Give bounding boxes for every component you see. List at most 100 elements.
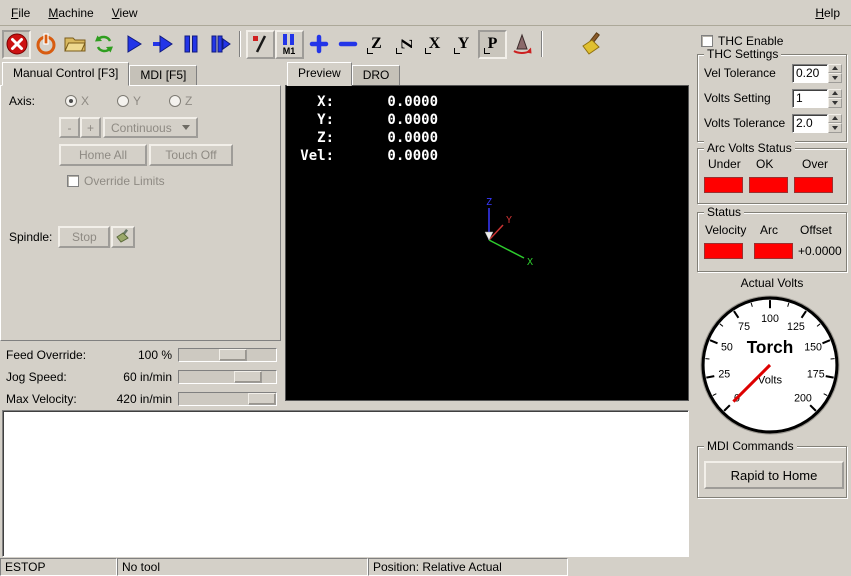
axis-radio-y[interactable]: Y — [117, 94, 141, 108]
view-z-button[interactable]: Z — [362, 30, 391, 59]
touch-off-button[interactable]: Touch Off — [149, 144, 233, 166]
volts-setting-input[interactable]: 1 — [792, 89, 828, 108]
jog-speed-value: 60 in/min — [123, 370, 172, 384]
mdi-commands-group: MDI Commands Rapid to Home — [697, 446, 847, 498]
thc-enable-checkbox[interactable]: THC Enable — [701, 34, 783, 48]
volts-tolerance-input[interactable]: 2.0 — [792, 114, 828, 133]
run-from-line-button[interactable] — [147, 30, 176, 59]
step-button[interactable] — [205, 30, 234, 59]
axis-radio-x[interactable]: X — [65, 94, 89, 108]
spindle-stop-button[interactable]: Stop — [58, 226, 110, 248]
volts-setting-label: Volts Setting — [704, 91, 771, 105]
feed-override-slider-handle[interactable] — [219, 349, 247, 361]
optional-stop-toggle[interactable]: M1 — [275, 30, 304, 59]
reload-file-button[interactable] — [89, 30, 118, 59]
step-icon — [208, 32, 232, 56]
max-velocity-slider[interactable] — [178, 392, 277, 406]
radio-x-icon — [65, 95, 77, 107]
toolbar-separator — [239, 31, 241, 57]
run-program-button[interactable] — [118, 30, 147, 59]
reload-icon — [92, 32, 116, 56]
block-delete-icon — [249, 32, 273, 56]
zoom-out-button[interactable] — [333, 30, 362, 59]
torch-volts-gauge: Torch Volts 0255075100125150175200 — [699, 294, 841, 439]
menu-help[interactable]: Help — [806, 2, 849, 24]
ok-label: OK — [756, 157, 773, 171]
actual-volts-label: Actual Volts — [693, 276, 851, 290]
status-group: Status Velocity Arc Offset +0.0000 — [697, 212, 847, 272]
tab-dro[interactable]: DRO — [352, 65, 401, 86]
volts-tolerance-label: Volts Tolerance — [704, 116, 785, 130]
override-limits-checkbox[interactable]: Override Limits — [67, 174, 165, 188]
tab-preview[interactable]: Preview — [287, 62, 352, 86]
spin-up-button[interactable] — [828, 89, 842, 99]
spin-up-button[interactable] — [828, 64, 842, 74]
zoom-in-button[interactable] — [304, 30, 333, 59]
spin-up-button[interactable] — [828, 114, 842, 124]
tab-manual-control[interactable]: Manual Control [F3] — [2, 62, 129, 86]
clear-plot-button[interactable] — [576, 30, 605, 59]
machine-power-icon — [34, 32, 58, 56]
spin-down-button[interactable] — [828, 98, 842, 108]
view-y-button[interactable]: Y — [449, 30, 478, 59]
machine-power-button[interactable] — [31, 30, 60, 59]
home-all-button[interactable]: Home All — [59, 144, 147, 166]
vel-tolerance-spinbox: 0.20 — [792, 64, 842, 83]
jog-mode-combobox[interactable]: Continuous — [103, 117, 198, 138]
axis-radio-z[interactable]: Z — [169, 94, 192, 108]
under-indicator — [704, 177, 743, 193]
feed-override-slider[interactable] — [178, 348, 277, 362]
arc-label: Arc — [760, 223, 778, 237]
estop-status: ESTOP — [0, 558, 117, 576]
velocity-label: Velocity — [705, 223, 746, 237]
spin-down-button[interactable] — [828, 123, 842, 133]
view-perspective-button[interactable]: P — [478, 30, 507, 59]
view-x-button[interactable]: X — [420, 30, 449, 59]
tool-status: No tool — [117, 558, 368, 576]
vel-tolerance-input[interactable]: 0.20 — [792, 64, 828, 83]
menu-view[interactable]: View — [103, 2, 147, 24]
feed-override-label: Feed Override: — [6, 348, 86, 362]
rotate-view-icon — [510, 32, 534, 56]
mdi-history-area[interactable] — [2, 410, 689, 557]
dro-readout: X:0.0000 Y:0.0000 Z:0.0000 Vel:0.0000 — [290, 94, 438, 166]
view-z-rotated-button[interactable]: Z — [391, 30, 420, 59]
svg-text:25: 25 — [718, 369, 730, 381]
checkbox-icon — [701, 35, 713, 47]
radio-z-icon — [169, 95, 181, 107]
block-delete-toggle[interactable] — [246, 30, 275, 59]
view-perspective-icon: P — [488, 36, 498, 52]
offset-label: Offset — [800, 223, 832, 237]
jog-speed-slider-handle[interactable] — [234, 371, 262, 383]
spindle-brush-button[interactable] — [111, 226, 135, 248]
pause-button[interactable] — [176, 30, 205, 59]
rotate-view-button[interactable] — [507, 30, 536, 59]
jog-speed-row: Jog Speed: 60 in/min — [0, 367, 283, 387]
spindle-label: Spindle: — [9, 230, 52, 244]
svg-text:M1: M1 — [282, 46, 295, 56]
mdi-commands-title: MDI Commands — [704, 439, 797, 453]
checkbox-icon — [67, 175, 79, 187]
jog-minus-button[interactable]: - — [59, 117, 80, 138]
feed-override-row: Feed Override: 100 % — [0, 345, 283, 365]
menu-file[interactable]: File — [2, 2, 39, 24]
jog-speed-slider[interactable] — [178, 370, 277, 384]
arc-volts-status-group: Arc Volts Status Under OK Over — [697, 148, 847, 204]
thc-settings-title: THC Settings — [704, 47, 781, 61]
rapid-to-home-button[interactable]: Rapid to Home — [704, 461, 844, 489]
brush-icon — [115, 228, 131, 244]
menu-machine[interactable]: Machine — [39, 2, 102, 24]
manual-control-panel: Manual Control [F3] MDI [F5] Axis: X Y Z… — [0, 62, 283, 408]
tab-mdi[interactable]: MDI [F5] — [129, 65, 197, 86]
view-y-icon: Y — [458, 36, 470, 52]
preview-canvas[interactable]: X:0.0000 Y:0.0000 Z:0.0000 Vel:0.0000 Z … — [285, 85, 689, 401]
status-title: Status — [704, 205, 744, 219]
axis-window: File Machine View Help — [0, 0, 851, 576]
spin-down-button[interactable] — [828, 73, 842, 83]
max-velocity-slider-handle[interactable] — [248, 393, 276, 405]
thc-panel: THC Enable THC Settings Vel Tolerance 0.… — [693, 28, 851, 558]
estop-button[interactable] — [2, 30, 31, 59]
open-file-button[interactable] — [60, 30, 89, 59]
jog-plus-button[interactable]: + — [80, 117, 101, 138]
view-z-rotated-icon: Z — [400, 36, 411, 52]
